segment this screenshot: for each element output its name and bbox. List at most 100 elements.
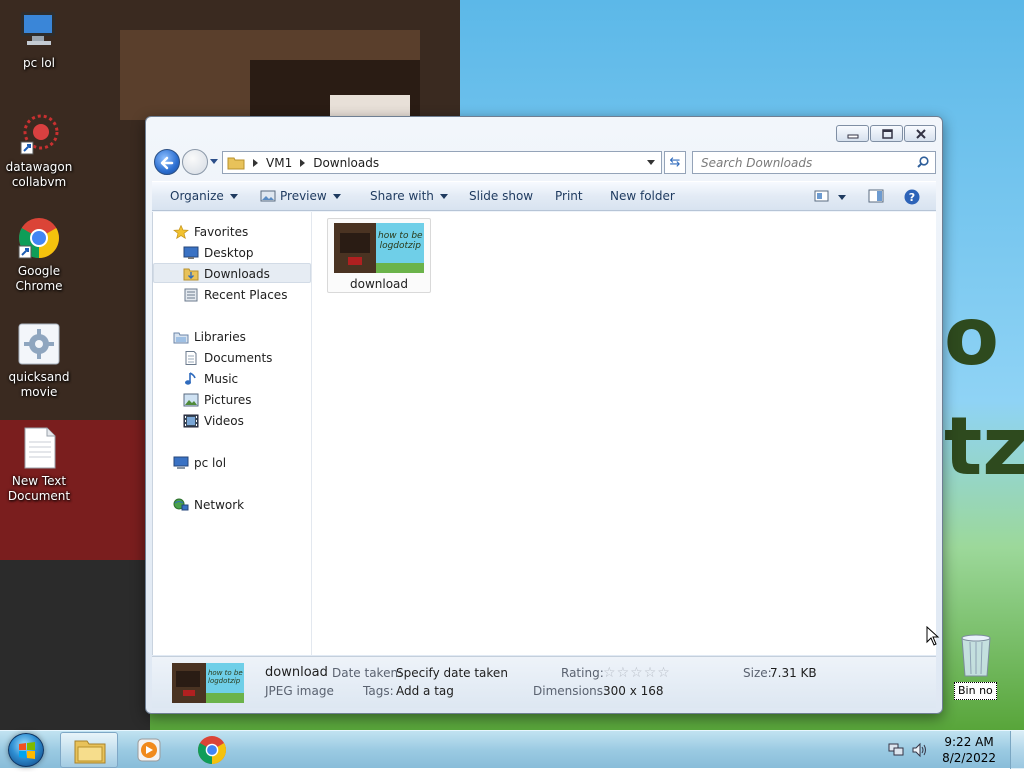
desktop-icon-label: pc lol [22, 56, 56, 70]
close-button[interactable] [904, 125, 936, 142]
thumbnail-mouth [183, 690, 195, 696]
chevron-down-icon [332, 194, 341, 199]
nav-downloads[interactable]: Downloads [153, 263, 311, 283]
taskbar-chrome-button[interactable] [182, 732, 240, 768]
file-name: download [349, 277, 409, 291]
show-desktop-button[interactable] [1010, 731, 1024, 769]
downloads-folder-icon [183, 268, 199, 281]
slide-show-button[interactable]: Slide show [469, 189, 533, 203]
star-icon[interactable]: ☆ [630, 665, 644, 681]
volume-icon[interactable] [912, 742, 928, 758]
breadcrumb-downloads[interactable]: Downloads [313, 156, 379, 170]
nav-label: pc lol [194, 456, 227, 470]
nav-documents[interactable]: Documents [153, 348, 311, 368]
file-list[interactable]: how to be logdotzip download [313, 212, 936, 655]
new-folder-button[interactable]: New folder [610, 189, 675, 203]
search-icon[interactable] [917, 156, 929, 168]
address-bar[interactable]: VM1 Downloads [222, 151, 662, 174]
clock-date: 8/2/2022 [942, 751, 996, 765]
nav-music[interactable]: Music [153, 369, 311, 389]
videos-icon [183, 414, 199, 428]
star-icon[interactable]: ☆ [657, 665, 671, 681]
details-pane: how to be logdotzip download JPEG image … [152, 656, 936, 708]
file-item[interactable]: how to be logdotzip download [327, 218, 431, 293]
rating-label: Rating: [561, 666, 604, 680]
back-button[interactable] [154, 149, 180, 175]
tags-label: Tags: [363, 684, 394, 698]
star-icon[interactable]: ☆ [603, 665, 617, 681]
view-options-icon [814, 190, 829, 202]
nav-pictures[interactable]: Pictures [153, 390, 311, 410]
recycle-bin-rename-field[interactable]: Bin no [954, 682, 997, 700]
taskbar: 9:22 AM 8/2/2022 [0, 730, 1024, 769]
desktop-icon-quicksand-movie[interactable]: quicksand movie [1, 322, 77, 400]
breadcrumb-separator-icon[interactable] [253, 158, 258, 167]
desktop-icon-label: Google [17, 264, 61, 278]
minimize-button[interactable] [836, 125, 869, 142]
nav-label: Documents [204, 351, 273, 365]
refresh-button[interactable]: ⇆ [664, 151, 686, 174]
chrome-icon [198, 736, 226, 764]
maximize-button[interactable] [870, 125, 903, 142]
explorer-content: Favorites Desktop Downloads Recent Place… [152, 212, 936, 655]
mouse-cursor-icon [926, 626, 940, 646]
rating-stars[interactable]: ☆☆☆☆☆ [603, 665, 671, 681]
nav-computer[interactable]: pc lol [153, 453, 311, 473]
nav-label: Videos [204, 414, 244, 428]
explorer-window: VM1 Downloads ⇆ Organize Preview Share w… [145, 116, 943, 714]
address-history-dropdown[interactable] [647, 160, 655, 165]
help-button[interactable]: ? [904, 189, 920, 208]
thumbnail-caption-line: how to be [378, 231, 423, 241]
details-thumbnail: how to be logdotzip [172, 663, 244, 703]
preview-button[interactable]: Preview [260, 189, 341, 203]
desktop-icon-chrome[interactable]: Google Chrome [1, 216, 77, 294]
network-status-icon[interactable] [888, 743, 904, 757]
nav-recent-places[interactable]: Recent Places [153, 285, 311, 305]
change-view-button[interactable] [814, 189, 830, 206]
nav-desktop[interactable]: Desktop [153, 243, 311, 263]
search-box [692, 151, 936, 174]
date-taken-value[interactable]: Specify date taken [396, 666, 508, 680]
tags-value[interactable]: Add a tag [396, 684, 454, 698]
nav-label: Favorites [194, 225, 249, 239]
nav-favorites[interactable]: Favorites [153, 222, 311, 242]
documents-icon [185, 351, 197, 365]
system-tray: 9:22 AM 8/2/2022 [874, 731, 1024, 769]
print-button[interactable]: Print [555, 189, 583, 203]
desktop-icon-datawagon[interactable]: datawagon collabvm [1, 112, 77, 190]
desktop-icon-new-text-document[interactable]: New Text Document [1, 426, 77, 504]
taskbar-explorer-button[interactable] [60, 732, 118, 768]
nav-videos[interactable]: Videos [153, 411, 311, 431]
star-icon[interactable]: ☆ [644, 665, 658, 681]
command-bar: Organize Preview Share with Slide show P… [152, 181, 936, 211]
back-arrow-icon [160, 156, 174, 170]
datawagon-shortcut-icon [17, 112, 61, 156]
organize-button[interactable]: Organize [170, 189, 238, 203]
refresh-icon: ⇆ [669, 155, 681, 170]
media-player-icon [137, 738, 161, 762]
nav-label: Music [204, 372, 239, 386]
share-with-button[interactable]: Share with [370, 189, 448, 203]
view-options-dropdown[interactable] [838, 195, 846, 200]
preview-pane-button[interactable] [868, 189, 884, 206]
search-input[interactable] [699, 153, 909, 173]
recent-pages-dropdown[interactable] [210, 159, 218, 164]
desktop-icon-computer[interactable]: pc lol [1, 8, 77, 71]
star-icon[interactable]: ☆ [617, 665, 631, 681]
recycle-bin-icon[interactable] [956, 632, 996, 678]
desktop-icon-label: New Text [11, 474, 67, 488]
system-clock[interactable]: 9:22 AM 8/2/2022 [942, 734, 996, 766]
image-preview-icon [260, 190, 276, 202]
nav-network[interactable]: Network [153, 495, 311, 515]
desktop-icon-label: Document [7, 489, 71, 503]
nav-libraries[interactable]: Libraries [153, 327, 311, 347]
wallpaper-text: o [944, 290, 999, 383]
help-icon: ? [904, 189, 920, 205]
breadcrumb-separator-icon[interactable] [300, 158, 306, 167]
nav-label: Libraries [194, 330, 246, 344]
breadcrumb-vm1[interactable]: VM1 [266, 156, 292, 170]
taskbar-media-player-button[interactable] [120, 732, 178, 768]
start-button[interactable] [8, 733, 44, 767]
thumbnail-face [176, 671, 200, 687]
forward-button[interactable] [182, 149, 208, 175]
